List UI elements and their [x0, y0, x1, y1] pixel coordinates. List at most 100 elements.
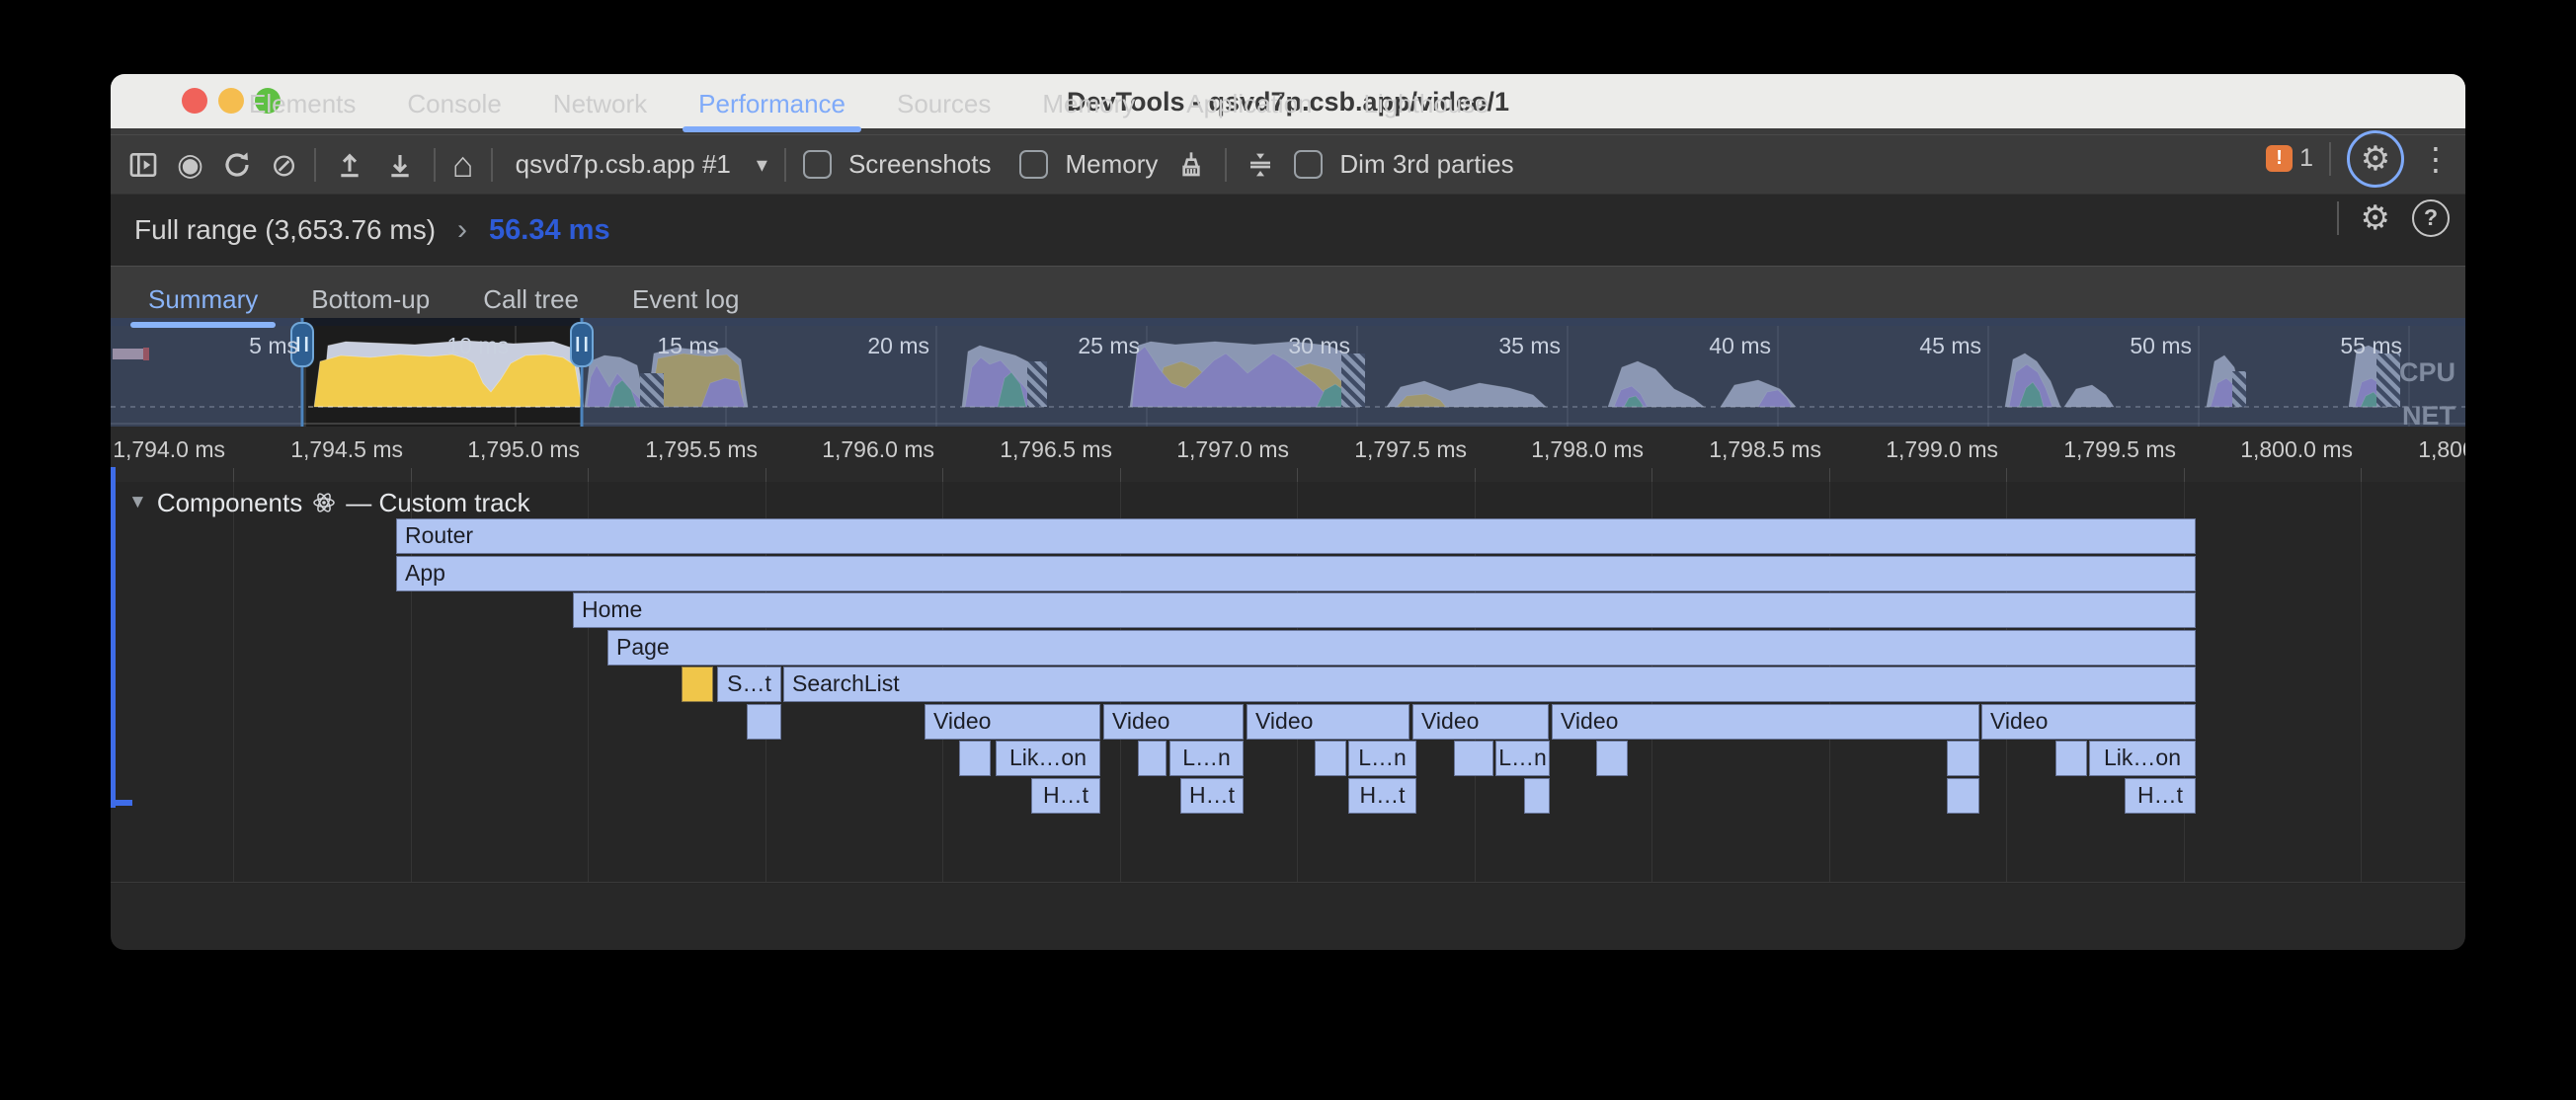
ruler-label: 1,794.5 ms [257, 436, 403, 463]
settings-gear-button[interactable]: ⚙ [2347, 130, 2404, 188]
flame-bar-anon[interactable] [1138, 741, 1167, 776]
overview-time-label: 35 ms [1498, 333, 1561, 358]
active-tab-underline [683, 126, 861, 132]
toolbar-right-cluster: ⚙ ? [2337, 189, 2450, 247]
target-selector-dropdown[interactable]: qsvd7p.csb.app #1 ▾ [510, 149, 767, 180]
flame-bar-anon[interactable] [959, 741, 991, 776]
ruler-tick [588, 468, 589, 482]
flame-bar-searchlist[interactable]: SearchList [783, 667, 2196, 702]
flame-bar-l-n[interactable]: L…n [1169, 741, 1244, 776]
flame-bar-anon[interactable] [1524, 778, 1550, 814]
ruler-tick [2361, 468, 2362, 482]
custom-track-header[interactable]: ▼ Components — Custom track [128, 486, 530, 519]
flame-bar-video[interactable]: Video [1103, 704, 1244, 740]
flame-bar-anon[interactable] [682, 667, 713, 702]
details-tab-event-log[interactable]: Event log [610, 267, 761, 333]
screenshots-label: Screenshots [848, 149, 992, 180]
flame-bar-lik-on[interactable]: Lik…on [2089, 741, 2196, 776]
capture-settings-gear-icon[interactable]: ⚙ [2361, 198, 2390, 238]
flame-bar-anon[interactable] [747, 704, 781, 740]
error-badge-icon: ! [2266, 145, 2293, 172]
flame-bar-video[interactable]: Video [1552, 704, 1979, 740]
handle-grip-line [577, 337, 580, 352]
overview-cpu-chart[interactable]: 5 ms10 ms15 ms20 ms25 ms30 ms35 ms40 ms4… [111, 318, 2465, 427]
kebab-menu-icon[interactable]: ⋮ [2420, 140, 2452, 178]
details-tab-bottom-up[interactable]: Bottom-up [289, 267, 451, 333]
divider [1225, 148, 1227, 182]
collapse-triangle-icon[interactable]: ▼ [128, 492, 147, 513]
ruler-label: 1,794.0 ms [111, 436, 225, 463]
flame-bar-h-t[interactable]: H…t [2125, 778, 2196, 814]
flame-chart[interactable]: ▼ Components — Custom track RouterAppHom… [111, 482, 2465, 884]
cpu-area-scripting [314, 354, 582, 407]
panel-tabs: ElementsConsoleNetworkPerformanceSources… [223, 74, 1515, 134]
breadcrumb-selection[interactable]: 56.34 ms [489, 214, 610, 247]
flame-bar-router[interactable]: Router [396, 518, 2196, 554]
tab-performance[interactable]: Performance [673, 74, 871, 134]
flame-bar-l-n[interactable]: L…n [1495, 741, 1550, 776]
error-indicator[interactable]: ! 1 [2266, 144, 2313, 173]
flame-bar-anon[interactable] [1454, 741, 1493, 776]
memory-checkbox[interactable] [1019, 150, 1048, 179]
gear-icon: ⚙ [2361, 139, 2390, 179]
flame-bar-l-n[interactable]: L…n [1348, 741, 1416, 776]
divider [2337, 201, 2339, 235]
flame-bar-video[interactable]: Video [1981, 704, 2196, 740]
flame-bar-video[interactable]: Video [925, 704, 1100, 740]
ruler-label: 1,798.5 ms [1675, 436, 1821, 463]
divider [2329, 142, 2331, 176]
toggle-sidebar-icon[interactable] [126, 148, 160, 182]
tab-elements[interactable]: Elements [223, 74, 381, 134]
flame-bar-anon[interactable] [1947, 778, 1979, 814]
flame-bar-app[interactable]: App [396, 556, 2196, 591]
timeline-overview[interactable]: 5 ms10 ms15 ms20 ms25 ms30 ms35 ms40 ms4… [111, 318, 2465, 427]
flame-bar-page[interactable]: Page [607, 630, 2196, 666]
tab-memory[interactable]: Memory [1016, 74, 1161, 134]
home-icon[interactable]: ⌂ [452, 144, 474, 186]
flame-bar-anon[interactable] [2055, 741, 2087, 776]
record-icon[interactable]: ◉ [177, 147, 203, 183]
flame-bar-anon[interactable] [1315, 741, 1346, 776]
divider [314, 148, 316, 182]
flame-bar-h-t[interactable]: H…t [1180, 778, 1244, 814]
ruler-tick [1829, 468, 1830, 482]
flame-bar-s-t[interactable]: S…t [717, 667, 781, 702]
tab-network[interactable]: Network [527, 74, 673, 134]
overview-time-label: 45 ms [1919, 333, 1981, 358]
help-icon[interactable]: ? [2412, 199, 2450, 237]
tab-lighthouse[interactable]: Lighthouse [1338, 74, 1515, 134]
ruler-label: 1,798.0 ms [1497, 436, 1644, 463]
dim-3rd-parties-checkbox[interactable] [1294, 150, 1323, 179]
ruler-label: 1,796.5 ms [966, 436, 1112, 463]
flame-bar-video[interactable]: Video [1412, 704, 1549, 740]
ruler-tick [233, 468, 234, 482]
clear-icon[interactable]: ⊘ [271, 146, 297, 184]
flame-bar-lik-on[interactable]: Lik…on [996, 741, 1100, 776]
overview-time-label: 15 ms [657, 333, 719, 358]
handle-grip-line [305, 337, 308, 352]
garbage-collect-icon[interactable] [1174, 148, 1208, 182]
flame-bar-video[interactable]: Video [1247, 704, 1409, 740]
flame-bar-anon[interactable] [1596, 741, 1628, 776]
ruler-tick [1297, 468, 1298, 482]
flame-bar-h-t[interactable]: H…t [1031, 778, 1100, 814]
flame-bar-home[interactable]: Home [573, 592, 2196, 628]
details-tab-summary[interactable]: Summary [126, 267, 280, 333]
flame-bar-anon[interactable] [1947, 741, 1979, 776]
tab-application[interactable]: Application [1161, 74, 1337, 134]
breadcrumb-full-range[interactable]: Full range (3,653.76 ms) [134, 214, 436, 246]
ruler-label: 1,800.5 ms [2384, 436, 2465, 463]
download-profile-icon[interactable] [383, 148, 417, 182]
tab-sources[interactable]: Sources [871, 74, 1016, 134]
reload-record-icon[interactable] [220, 148, 254, 182]
collapse-sections-icon[interactable] [1244, 148, 1277, 182]
screenshots-checkbox[interactable] [803, 150, 832, 179]
track-title-pre: Components [157, 488, 302, 518]
details-tab-call-tree[interactable]: Call tree [461, 267, 601, 333]
devtools-window: DevTools - qsvd7p.csb.app/video/1 Elemen… [111, 74, 2465, 950]
overview-time-label: 20 ms [867, 333, 929, 358]
ruler-tick [1475, 468, 1476, 482]
upload-profile-icon[interactable] [333, 148, 366, 182]
flame-bar-h-t[interactable]: H…t [1348, 778, 1416, 814]
tab-console[interactable]: Console [381, 74, 526, 134]
